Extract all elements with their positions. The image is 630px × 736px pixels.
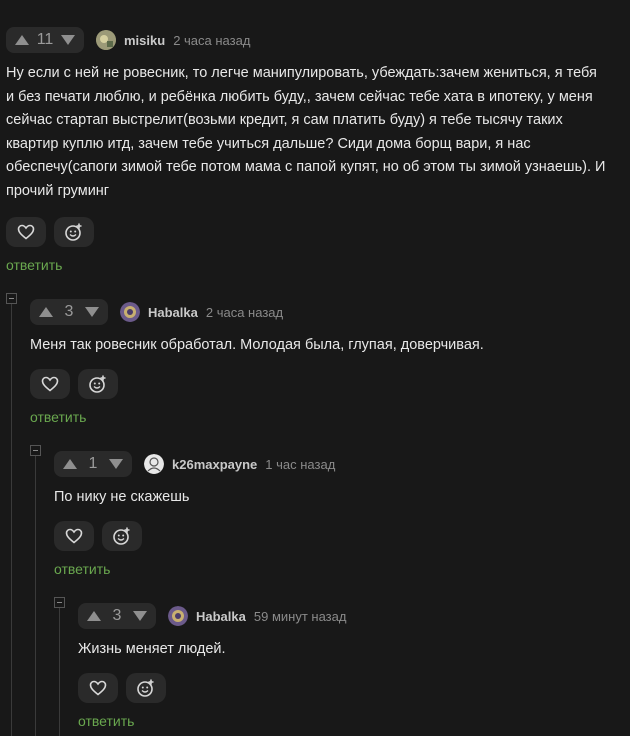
avatar[interactable] xyxy=(96,30,116,50)
comment-header: 3 Habalka 2 часа назад xyxy=(30,299,620,325)
thread-line xyxy=(59,608,60,736)
arrow-up-icon[interactable] xyxy=(12,30,32,50)
like-button[interactable] xyxy=(30,369,70,399)
arrow-down-icon[interactable] xyxy=(106,454,126,474)
comment: 3 Habalka 59 минут назад Жизнь меняет лю… xyxy=(78,603,620,662)
author-name[interactable]: Habalka xyxy=(148,305,198,320)
arrow-up-icon[interactable] xyxy=(84,606,104,626)
comment-header: 3 Habalka 59 минут назад xyxy=(78,603,620,629)
arrow-down-icon[interactable] xyxy=(82,302,102,322)
comment-text: Меня так ровесник обработал. Молодая был… xyxy=(30,337,484,353)
comment-header: 11 misiku 2 часа назад xyxy=(6,27,616,53)
comment-actions xyxy=(30,369,118,399)
reaction-button[interactable] xyxy=(126,673,166,703)
comment-text: По нику не скажешь xyxy=(54,489,190,505)
reply-link[interactable]: ответить xyxy=(6,257,62,273)
arrow-up-icon[interactable] xyxy=(36,302,56,322)
arrow-down-icon[interactable] xyxy=(58,30,78,50)
thread-line xyxy=(35,456,36,736)
author-name[interactable]: k26maxpayne xyxy=(172,457,257,472)
reaction-button[interactable] xyxy=(54,217,94,247)
comment-text: Ну если с ней не ровесник, то легче мани… xyxy=(6,65,606,199)
emoji-add-icon xyxy=(137,679,154,697)
heart-icon xyxy=(17,224,35,240)
comment-header: 1 k26maxpayne 1 час назад xyxy=(54,451,620,477)
heart-icon xyxy=(89,680,107,696)
like-button[interactable] xyxy=(78,673,118,703)
timestamp[interactable]: 2 часа назад xyxy=(173,33,250,48)
rating-count: 11 xyxy=(36,31,54,48)
timestamp[interactable]: 1 час назад xyxy=(265,457,335,472)
emoji-add-icon xyxy=(113,527,130,545)
reply-link[interactable]: ответить xyxy=(54,561,110,577)
thread-line xyxy=(11,304,12,736)
comment: 11 misiku 2 часа назад Ну если с ней не … xyxy=(6,27,616,203)
collapse-icon[interactable] xyxy=(30,445,41,456)
arrow-up-icon[interactable] xyxy=(60,454,80,474)
heart-icon xyxy=(65,528,83,544)
collapse-icon[interactable] xyxy=(6,293,17,304)
collapse-icon[interactable] xyxy=(54,597,65,608)
comment-text: Жизнь меняет людей. xyxy=(78,641,226,657)
arrow-down-icon[interactable] xyxy=(130,606,150,626)
timestamp[interactable]: 2 часа назад xyxy=(206,305,283,320)
reply-link[interactable]: ответить xyxy=(78,713,134,729)
comment: 1 k26maxpayne 1 час назад По нику не ска… xyxy=(54,451,620,510)
rating-widget: 11 xyxy=(6,27,84,53)
rating-widget: 3 xyxy=(30,299,108,325)
rating-count: 3 xyxy=(112,607,122,624)
reply-link[interactable]: ответить xyxy=(30,409,86,425)
comment-actions xyxy=(54,521,142,551)
avatar[interactable] xyxy=(168,606,188,626)
heart-icon xyxy=(41,376,59,392)
author-name[interactable]: misiku xyxy=(124,33,165,48)
like-button[interactable] xyxy=(54,521,94,551)
author-name[interactable]: Habalka xyxy=(196,609,246,624)
rating-count: 1 xyxy=(88,455,98,472)
comment-actions xyxy=(6,217,94,247)
rating-widget: 3 xyxy=(78,603,156,629)
avatar[interactable] xyxy=(144,454,164,474)
reaction-button[interactable] xyxy=(78,369,118,399)
timestamp[interactable]: 59 минут назад xyxy=(254,609,347,624)
emoji-add-icon xyxy=(89,375,106,393)
avatar[interactable] xyxy=(120,302,140,322)
reaction-button[interactable] xyxy=(102,521,142,551)
comment: 3 Habalka 2 часа назад Меня так ровесник… xyxy=(30,299,620,358)
rating-widget: 1 xyxy=(54,451,132,477)
like-button[interactable] xyxy=(6,217,46,247)
rating-count: 3 xyxy=(64,303,74,320)
comment-actions xyxy=(78,673,166,703)
emoji-add-icon xyxy=(65,223,82,241)
